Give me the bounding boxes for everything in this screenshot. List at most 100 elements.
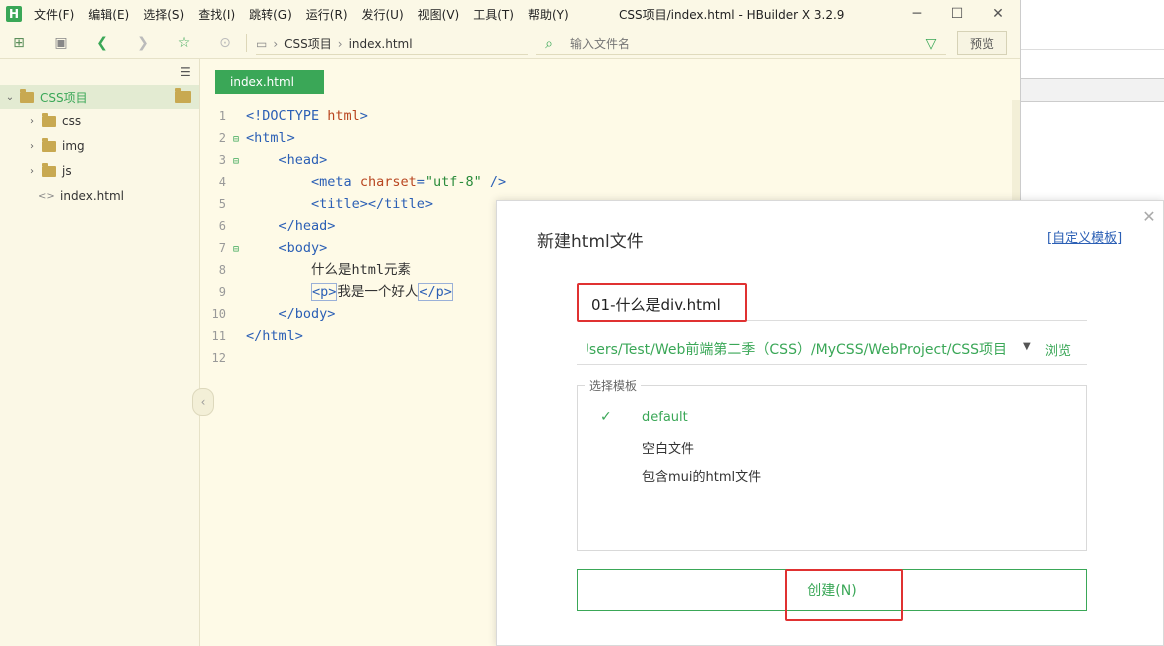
hbuilder-logo-icon: H: [6, 6, 22, 22]
html-file-icon: <>: [38, 190, 55, 202]
fold-toggle-icon[interactable]: ⊟: [226, 129, 246, 151]
breadcrumb-project[interactable]: CSS项目: [284, 35, 332, 52]
tree-item-js[interactable]: › js: [0, 159, 199, 183]
minimize-icon[interactable]: ─: [907, 4, 927, 24]
folder-icon: [42, 162, 56, 177]
line-number: 8: [218, 263, 226, 277]
preview-button[interactable]: 预览: [957, 31, 1007, 55]
code-text: <html>: [246, 130, 295, 146]
chevron-right-icon: ›: [30, 165, 34, 177]
code-text: </body>: [278, 306, 336, 322]
breadcrumb-file[interactable]: index.html: [349, 37, 413, 51]
path-text: C:/Users/Test/Web前端第二季（CSS）/MyCSS/WebPro…: [587, 342, 1007, 358]
template-option-mui[interactable]: 包含mui的html文件: [642, 466, 761, 485]
breadcrumb: ▭ › CSS项目 › index.html: [256, 33, 528, 55]
breadcrumb-folder-icon: ▭: [256, 36, 268, 51]
line-number: 7: [218, 241, 226, 255]
custom-template-link[interactable]: [自定义模板]: [1047, 227, 1122, 246]
maximize-icon[interactable]: ☐: [947, 4, 967, 24]
tree-item-label: js: [62, 164, 72, 178]
fold-toggle-icon[interactable]: ⊟: [226, 239, 246, 261]
menu-view[interactable]: 视图(V): [418, 6, 460, 23]
browse-link[interactable]: 浏览: [1045, 340, 1071, 359]
tree-item-label: CSS项目: [40, 90, 88, 105]
chevron-down-icon: ⌄: [5, 91, 15, 103]
forward-icon[interactable]: ❯: [134, 34, 152, 52]
tree-item-label: css: [62, 114, 82, 128]
code-line: 2 ⊟ <html>: [200, 127, 1000, 149]
code-line: 3 ⊟ <head>: [200, 149, 1000, 171]
tree-item-label: img: [62, 139, 85, 153]
code-text: <body>: [278, 240, 328, 256]
menu-publish[interactable]: 发行(U): [362, 6, 404, 23]
template-option-default[interactable]: default: [642, 410, 688, 425]
new-html-file-dialog: ✕ 新建html文件 [自定义模板] C:/Users/Test/Web前端第二…: [496, 200, 1164, 646]
toolbar-divider: [246, 34, 247, 52]
search-file-icon: ⌕: [545, 36, 553, 52]
star-icon[interactable]: ☆: [175, 34, 193, 52]
line-number: 3: [218, 153, 226, 167]
menu-run[interactable]: 运行(R): [306, 6, 348, 23]
toolbar: ⊞ ▣ ❮ ❯ ☆ ⊙ ▭ › CSS项目 › index.html ⌕ ▽ 预…: [0, 28, 1020, 59]
highlight-annotation-box: [577, 283, 747, 322]
menu-bar: H 文件(F) 编辑(E) 选择(S) 查找(I) 跳转(G) 运行(R) 发行…: [0, 0, 1020, 28]
path-selector[interactable]: C:/Users/Test/Web前端第二季（CSS）/MyCSS/WebPro…: [577, 333, 1087, 365]
menu-file[interactable]: 文件(F): [34, 6, 74, 23]
code-line: 4 <meta charset="utf-8" />: [200, 171, 1000, 193]
menu-select[interactable]: 选择(S): [143, 6, 184, 23]
code-text: <p>我是一个好人</p>: [311, 283, 453, 301]
back-icon[interactable]: ❮: [93, 34, 111, 52]
breadcrumb-chevron-icon: ›: [337, 36, 343, 51]
hamburger-menu-icon[interactable]: ☰: [180, 65, 191, 79]
menu-edit[interactable]: 编辑(E): [88, 6, 129, 23]
chevron-right-icon: ›: [30, 140, 34, 152]
dropdown-caret-icon[interactable]: ▼: [1023, 341, 1031, 352]
folder-icon: [20, 88, 34, 103]
sidebar-collapse-icon[interactable]: ‹: [192, 388, 214, 416]
background-window-bar: [1021, 78, 1164, 102]
file-search-input[interactable]: [570, 35, 910, 53]
tab-index-html[interactable]: index.html: [215, 70, 324, 94]
menu-find[interactable]: 查找(I): [198, 6, 235, 23]
menu-help[interactable]: 帮助(Y): [528, 6, 569, 23]
project-sidebar: ☰ ⌄ CSS项目 › css › img › js <> index.html: [0, 59, 200, 646]
new-file-icon[interactable]: ⊞: [10, 34, 28, 52]
tree-item-label: index.html: [60, 189, 124, 203]
tree-item-css[interactable]: › css: [0, 109, 199, 133]
tree-item-project-root[interactable]: ⌄ CSS项目: [0, 85, 199, 109]
template-option-blank[interactable]: 空白文件: [642, 438, 694, 457]
folder-icon: [175, 88, 191, 103]
line-number: 1: [218, 109, 226, 123]
close-icon[interactable]: ✕: [1139, 207, 1159, 227]
code-text: <head>: [278, 152, 328, 168]
run-icon[interactable]: ⊙: [216, 34, 234, 52]
template-legend: 选择模板: [585, 377, 642, 394]
dialog-title: 新建html文件: [537, 232, 644, 252]
template-list: ✓ default 空白文件 包含mui的html文件: [577, 385, 1087, 551]
fold-toggle-icon[interactable]: ⊟: [226, 151, 246, 173]
line-number: 6: [218, 219, 226, 233]
line-number: 11: [211, 329, 226, 343]
line-number: 2: [218, 131, 226, 145]
menu-tools[interactable]: 工具(T): [473, 6, 514, 23]
code-line: 1 <!DOCTYPE html>: [200, 105, 1000, 127]
highlight-annotation-box: [785, 569, 903, 621]
file-search: ⌕ ▽: [536, 33, 946, 55]
folder-icon: [42, 137, 56, 152]
code-text: 什么是html元素: [311, 262, 412, 278]
code-text: </head>: [278, 218, 336, 234]
code-text: <title></title>: [311, 196, 433, 212]
save-icon[interactable]: ▣: [52, 34, 70, 52]
line-number: 9: [218, 285, 226, 299]
close-window-icon[interactable]: ✕: [988, 4, 1008, 24]
tree-item-index-html[interactable]: <> index.html: [0, 184, 199, 208]
line-number: 10: [211, 307, 226, 321]
code-text: </html>: [246, 328, 303, 344]
line-number: 4: [218, 175, 226, 189]
filter-icon[interactable]: ▽: [922, 35, 940, 53]
menu-goto[interactable]: 跳转(G): [249, 6, 292, 23]
chevron-right-icon: ›: [30, 115, 34, 127]
tree-item-img[interactable]: › img: [0, 134, 199, 158]
breadcrumb-chevron-icon: ›: [273, 36, 279, 51]
window-title: CSS项目/index.html - HBuilder X 3.2.9: [619, 8, 845, 22]
